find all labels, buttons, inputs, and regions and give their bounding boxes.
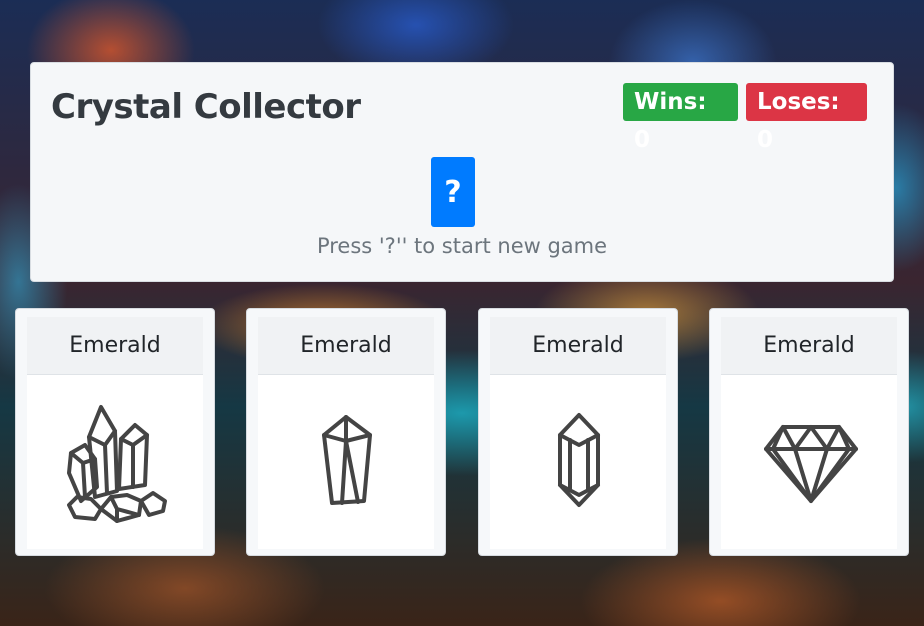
crystal-cluster-icon — [61, 401, 169, 523]
long-gem-icon — [320, 413, 374, 507]
crystal-card-1[interactable]: Emerald — [15, 308, 215, 556]
start-hint: Press '?'' to start new game — [316, 234, 608, 258]
crystal-card-content: Emerald — [27, 317, 203, 549]
loses-badge: Loses: 0 — [746, 83, 867, 153]
crystal-label: Emerald — [721, 317, 897, 375]
crystal-image-area — [490, 375, 666, 549]
wins-badge: Wins: 0 — [623, 83, 738, 153]
diamond-icon — [763, 423, 859, 505]
crystal-label: Emerald — [258, 317, 434, 375]
new-game-button[interactable]: ? — [431, 157, 475, 227]
crystal-label: Emerald — [490, 317, 666, 375]
crystal-card-2[interactable]: Emerald — [246, 308, 446, 556]
crystal-card-3[interactable]: Emerald — [478, 308, 678, 556]
crystal-image-area — [258, 375, 434, 549]
game-title: Crystal Collector — [51, 87, 361, 127]
crystal-card-4[interactable]: Emerald — [709, 308, 909, 556]
hexagonal-crystal-icon — [556, 411, 602, 509]
crystal-label: Emerald — [27, 317, 203, 375]
crystal-card-content: Emerald — [721, 317, 897, 549]
crystal-card-content: Emerald — [258, 317, 434, 549]
crystal-image-area — [721, 375, 897, 549]
crystal-card-content: Emerald — [490, 317, 666, 549]
crystal-image-area — [27, 375, 203, 549]
game-header-panel: Crystal Collector Wins: 0 Loses: 0 ? Pre… — [30, 62, 894, 282]
